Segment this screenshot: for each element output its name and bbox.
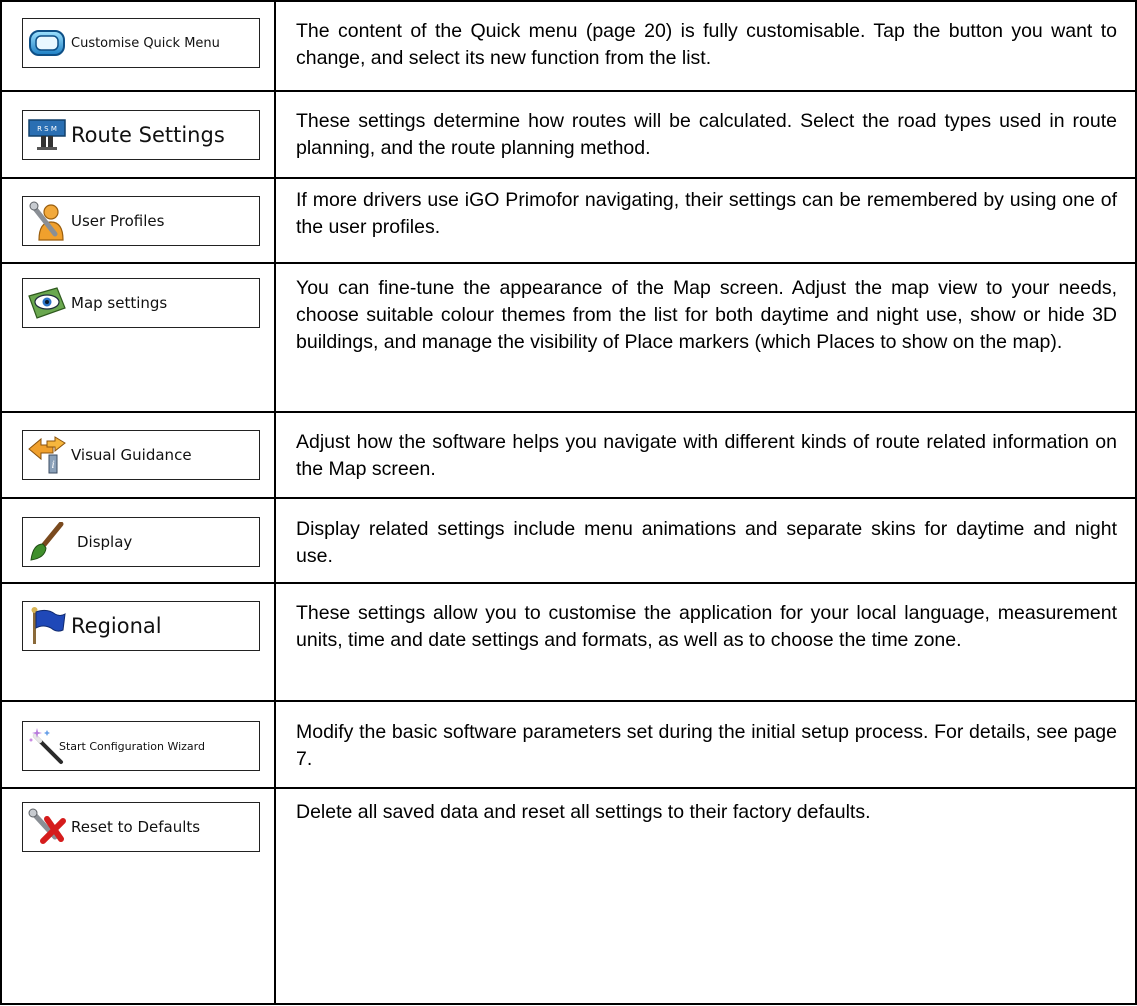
table-row: R S M Route Settings These settings dete… [0, 90, 1137, 177]
table-row: Start Configuration Wizard Modify the ba… [0, 700, 1137, 787]
description-cell: Adjust how the software helps you naviga… [276, 413, 1137, 497]
table-row: Display Display related settings include… [0, 497, 1137, 582]
reset-wrench-icon [23, 804, 71, 850]
quick-menu-icon [23, 20, 71, 66]
button-cell: Start Configuration Wizard [0, 702, 276, 787]
paintbrush-icon [23, 519, 71, 565]
start-configuration-wizard-button[interactable]: Start Configuration Wizard [22, 721, 260, 771]
description-cell: If more drivers use iGO Primofor navigat… [276, 179, 1137, 262]
button-cell: Display [0, 499, 276, 582]
customise-quick-menu-button[interactable]: Customise Quick Menu [22, 18, 260, 68]
button-cell: Map settings [0, 264, 276, 411]
setting-description: You can fine-tune the appearance of the … [296, 277, 1117, 353]
description-cell: The content of the Quick menu (page 20) … [276, 2, 1137, 90]
svg-text:i: i [51, 457, 54, 471]
road-sign-icon: R S M [23, 112, 71, 158]
setting-description: Delete all saved data and reset all sett… [296, 801, 871, 823]
table-row: Reset to Defaults Delete all saved data … [0, 787, 1137, 1005]
svg-text:R S M: R S M [37, 125, 57, 133]
button-label: Route Settings [71, 123, 225, 147]
button-label: Reset to Defaults [71, 818, 201, 836]
table-row: Regional These settings allow you to cus… [0, 582, 1137, 700]
button-cell: Regional [0, 584, 276, 700]
button-label: Visual Guidance [71, 446, 192, 464]
description-cell: Display related settings include menu an… [276, 499, 1137, 582]
description-cell: These settings determine how routes will… [276, 92, 1137, 177]
table-row: Map settings You can fine-tune the appea… [0, 262, 1137, 411]
table-row: i Visual Guidance Adjust how the softwar… [0, 411, 1137, 497]
regional-button[interactable]: Regional [22, 601, 260, 651]
reset-to-defaults-button[interactable]: Reset to Defaults [22, 802, 260, 852]
button-label: User Profiles [71, 212, 165, 230]
setting-description: These settings determine how routes will… [296, 110, 1117, 159]
visual-guidance-button[interactable]: i Visual Guidance [22, 430, 260, 480]
user-wrench-icon [23, 198, 71, 244]
button-label: Start Configuration Wizard [59, 739, 205, 753]
route-settings-button[interactable]: R S M Route Settings [22, 110, 260, 160]
button-label: Map settings [71, 294, 168, 312]
user-profiles-button[interactable]: User Profiles [22, 196, 260, 246]
eye-map-icon [23, 280, 71, 326]
setting-description: If more drivers use iGO Primofor navigat… [296, 189, 1117, 238]
table-row: User Profiles If more drivers use iGO Pr… [0, 177, 1137, 262]
map-settings-button[interactable]: Map settings [22, 278, 260, 328]
setting-description: Display related settings include menu an… [296, 518, 1117, 567]
description-cell: Modify the basic software parameters set… [276, 702, 1137, 787]
button-cell: i Visual Guidance [0, 413, 276, 497]
button-cell: Customise Quick Menu [0, 2, 276, 90]
description-cell: Delete all saved data and reset all sett… [276, 789, 1137, 1003]
flag-icon [23, 603, 71, 649]
button-cell: R S M Route Settings [0, 92, 276, 177]
setting-description: The content of the Quick menu (page 20) … [296, 20, 1117, 69]
setting-description: Modify the basic software parameters set… [296, 721, 1117, 770]
description-cell: You can fine-tune the appearance of the … [276, 264, 1137, 411]
display-button[interactable]: Display [22, 517, 260, 567]
signpost-info-icon: i [23, 432, 71, 478]
description-cell: These settings allow you to customise th… [276, 584, 1137, 700]
button-label: Display [77, 533, 133, 551]
button-cell: Reset to Defaults [0, 789, 276, 1003]
setting-description: These settings allow you to customise th… [296, 602, 1117, 651]
setting-description: Adjust how the software helps you naviga… [296, 431, 1117, 480]
button-cell: User Profiles [0, 179, 276, 262]
button-label: Regional [71, 614, 162, 638]
table-row: Customise Quick Menu The content of the … [0, 0, 1137, 90]
button-label: Customise Quick Menu [71, 35, 220, 51]
